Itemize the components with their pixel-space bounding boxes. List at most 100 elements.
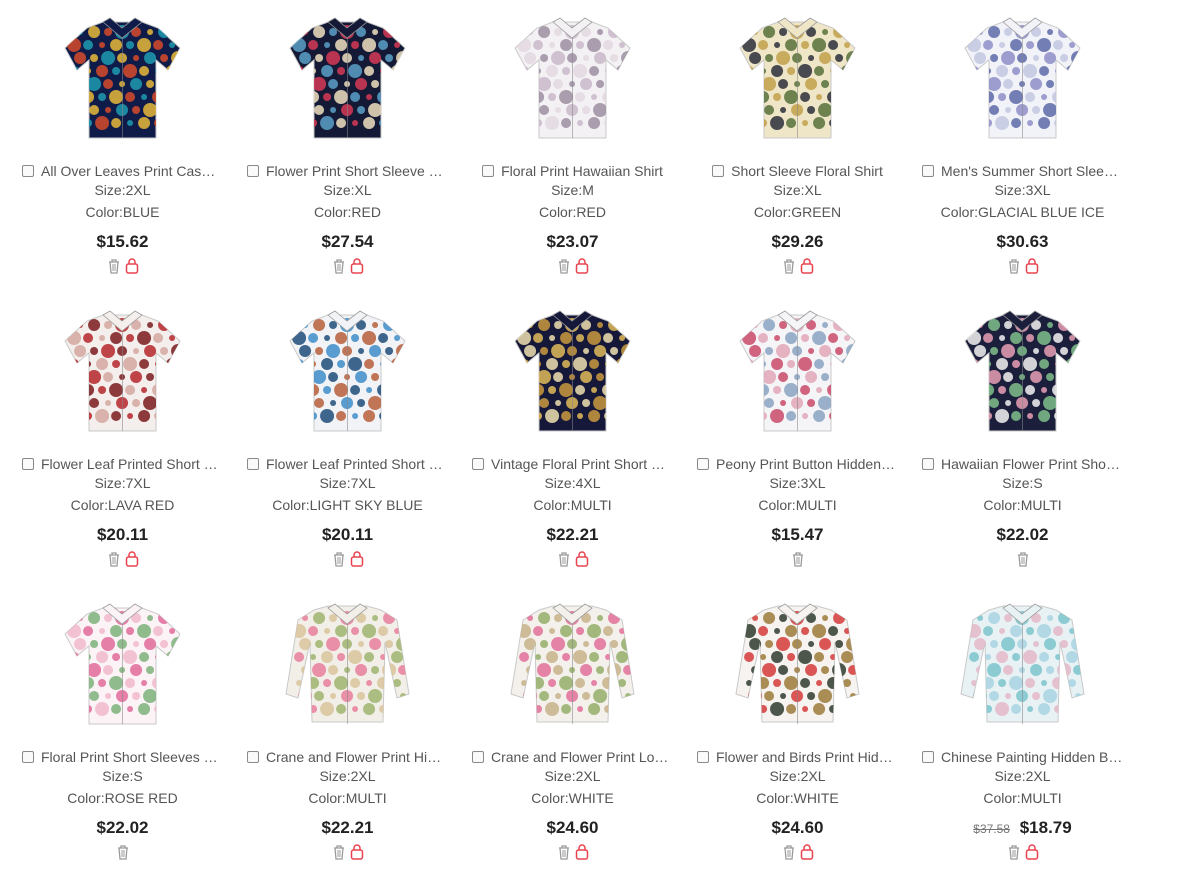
product-card: All Over Leaves Print Casual Shirt Size:… [10,8,235,293]
shopping-bag-icon[interactable] [575,258,589,274]
product-size: Size:3XL [994,182,1051,198]
shopping-bag-icon[interactable] [1025,258,1039,274]
product-color: Color:GLACIAL BLUE ICE [940,204,1105,220]
product-size: Size:XL [323,182,372,198]
trash-icon[interactable] [557,258,571,274]
select-checkbox[interactable] [922,458,934,470]
select-checkbox[interactable] [482,165,495,177]
price-row: $37.58 $18.79 [910,818,1135,838]
product-color: Color:LAVA RED [70,497,175,513]
price-row: $24.60 [685,818,910,838]
product-title[interactable]: Hawaiian Flower Print Short Sleeve Shirt [941,456,1123,472]
product-image[interactable] [55,8,190,156]
product-size: Size:2XL [94,182,151,198]
shopping-bag-icon[interactable] [125,551,139,567]
select-checkbox[interactable] [22,458,34,470]
product-color: Color:MULTI [533,497,612,513]
product-image[interactable] [730,594,865,742]
product-title-row: Vintage Floral Print Short Sleeve Shirt [460,455,685,473]
product-price: $30.63 [996,232,1049,251]
product-price: $24.60 [771,818,824,837]
product-image[interactable] [955,301,1090,449]
trash-icon[interactable] [1007,258,1021,274]
price-row: $22.21 [460,525,685,545]
select-checkbox[interactable] [472,751,484,763]
select-checkbox[interactable] [247,458,259,470]
original-price: $37.58 [973,822,1010,836]
product-image[interactable] [505,301,640,449]
product-image[interactable] [730,8,865,156]
product-title[interactable]: Crane and Flower Print Hidden Button Shi… [266,749,448,765]
shopping-bag-icon[interactable] [350,551,364,567]
shopping-bag-icon[interactable] [125,258,139,274]
product-image[interactable] [55,301,190,449]
product-title[interactable]: Flower Leaf Printed Short Sleeve Shirt [41,456,223,472]
product-title-row: Hawaiian Flower Print Short Sleeve Shirt [910,455,1135,473]
product-image[interactable] [955,8,1090,156]
select-checkbox[interactable] [922,165,934,177]
product-title[interactable]: Flower and Birds Print Hidden Button Shi… [716,749,898,765]
select-checkbox[interactable] [712,165,725,177]
product-price: $22.21 [546,525,599,544]
trash-icon[interactable] [557,551,571,567]
product-image[interactable] [280,594,415,742]
product-title[interactable]: Floral Print Short Sleeves Shirt [41,749,223,765]
product-card: Short Sleeve Floral Shirt Size:XL Color:… [685,8,910,293]
select-checkbox[interactable] [697,458,709,470]
product-color: Color:WHITE [756,790,839,806]
shopping-bag-icon[interactable] [800,258,814,274]
product-title[interactable]: Flower Print Short Sleeve Shirt [266,163,448,179]
product-title[interactable]: Floral Print Hawaiian Shirt [501,163,663,179]
product-image[interactable] [955,594,1090,742]
product-title[interactable]: All Over Leaves Print Casual Shirt [41,163,223,179]
trash-icon[interactable] [791,551,805,567]
product-title[interactable]: Vintage Floral Print Short Sleeve Shirt [491,456,673,472]
select-checkbox[interactable] [247,165,259,177]
price-row: $20.11 [10,525,235,545]
product-actions [235,258,460,274]
select-checkbox[interactable] [922,751,934,763]
product-card: Floral Print Short Sleeves Shirt Size:S … [10,594,235,879]
product-image[interactable] [280,8,415,156]
product-image[interactable] [505,594,640,742]
product-card: Men's Summer Short Sleeve Shirt Size:3XL… [910,8,1135,293]
product-image[interactable] [505,8,640,156]
product-color: Color:MULTI [758,497,837,513]
shopping-bag-icon[interactable] [350,258,364,274]
trash-icon[interactable] [332,551,346,567]
product-title[interactable]: Men's Summer Short Sleeve Shirt [941,163,1123,179]
product-title[interactable]: Chinese Painting Hidden Button Shirt [941,749,1123,765]
product-price: $15.47 [771,525,824,544]
product-image[interactable] [730,301,865,449]
product-image[interactable] [55,594,190,742]
product-title-row: Short Sleeve Floral Shirt [685,162,910,180]
trash-icon[interactable] [107,258,121,274]
select-checkbox[interactable] [22,165,34,177]
product-card: Peony Print Button Hidden Shirt Size:3XL… [685,301,910,586]
product-actions [235,551,460,567]
product-price: $23.07 [546,232,599,251]
product-title-row: Floral Print Short Sleeves Shirt [10,748,235,766]
product-card: Vintage Floral Print Short Sleeve Shirt … [460,301,685,586]
select-checkbox[interactable] [472,458,484,470]
select-checkbox[interactable] [697,751,709,763]
product-title[interactable]: Flower Leaf Printed Short Sleeve Shirt [266,456,448,472]
product-size: Size:2XL [994,768,1051,784]
product-color: Color:RED [314,204,381,220]
product-title[interactable]: Peony Print Button Hidden Shirt [716,456,898,472]
product-size: Size:3XL [769,475,826,491]
shopping-bag-icon[interactable] [575,551,589,567]
product-image[interactable] [280,301,415,449]
product-title[interactable]: Crane and Flower Print Long Sleeve Shirt [491,749,673,765]
trash-icon[interactable] [107,551,121,567]
trash-icon[interactable] [332,258,346,274]
product-size: Size:2XL [319,768,376,784]
select-checkbox[interactable] [22,751,34,763]
trash-icon[interactable] [1016,551,1030,567]
product-title[interactable]: Short Sleeve Floral Shirt [731,163,883,179]
price-row: $20.11 [235,525,460,545]
trash-icon[interactable] [782,258,796,274]
product-actions [460,551,685,567]
product-actions [685,258,910,274]
select-checkbox[interactable] [247,751,259,763]
